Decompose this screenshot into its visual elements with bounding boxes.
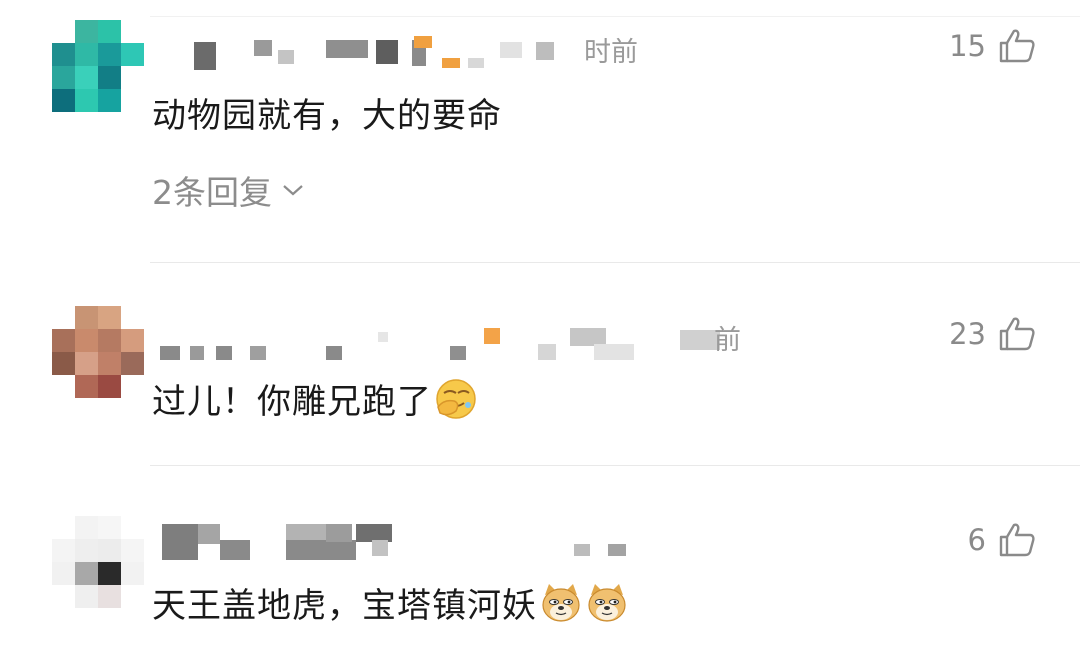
- like-count: 23: [949, 317, 986, 351]
- avatar[interactable]: [52, 306, 144, 398]
- username-blurred[interactable]: [150, 324, 720, 364]
- thumbs-up-icon: [999, 523, 1035, 557]
- facepalm-emoji: [436, 378, 476, 419]
- username-blurred[interactable]: [150, 36, 630, 76]
- chevron-down-icon: [283, 185, 303, 196]
- comment-text: 天王盖地虎，宝塔镇河妖: [152, 586, 537, 626]
- like-button[interactable]: 23: [949, 316, 1036, 352]
- doge-emoji: [542, 583, 580, 622]
- doge-emoji: [588, 583, 626, 622]
- avatar[interactable]: [52, 20, 144, 112]
- timestamp: 前: [714, 325, 741, 356]
- username-blurred[interactable]: [150, 522, 630, 562]
- top-divider: [150, 16, 1080, 17]
- comment-text: 动物园就有，大的要命: [152, 96, 502, 136]
- thumbs-up-icon: [999, 29, 1035, 63]
- like-button[interactable]: 6: [968, 522, 1036, 558]
- comment-list: 时前 15 动物园就有，大的要命 2条回复 前 23 过儿！你雕兄跑了 6 天王…: [0, 0, 1080, 651]
- replies-label: 2条回复: [152, 173, 272, 212]
- comment-text-row: 过儿！你雕兄跑了: [152, 374, 478, 423]
- divider: [150, 262, 1080, 263]
- avatar[interactable]: [52, 516, 144, 608]
- timestamp: 时前: [584, 37, 638, 68]
- comment-text-row: 天王盖地虎，宝塔镇河妖: [152, 578, 629, 627]
- like-count: 15: [949, 29, 986, 63]
- thumbs-up-icon: [999, 317, 1035, 351]
- comment-text: 过儿！你雕兄跑了: [152, 382, 432, 422]
- like-button[interactable]: 15: [949, 28, 1036, 64]
- view-replies-button[interactable]: 2条回复: [152, 166, 304, 214]
- divider: [150, 465, 1080, 466]
- like-count: 6: [967, 523, 986, 557]
